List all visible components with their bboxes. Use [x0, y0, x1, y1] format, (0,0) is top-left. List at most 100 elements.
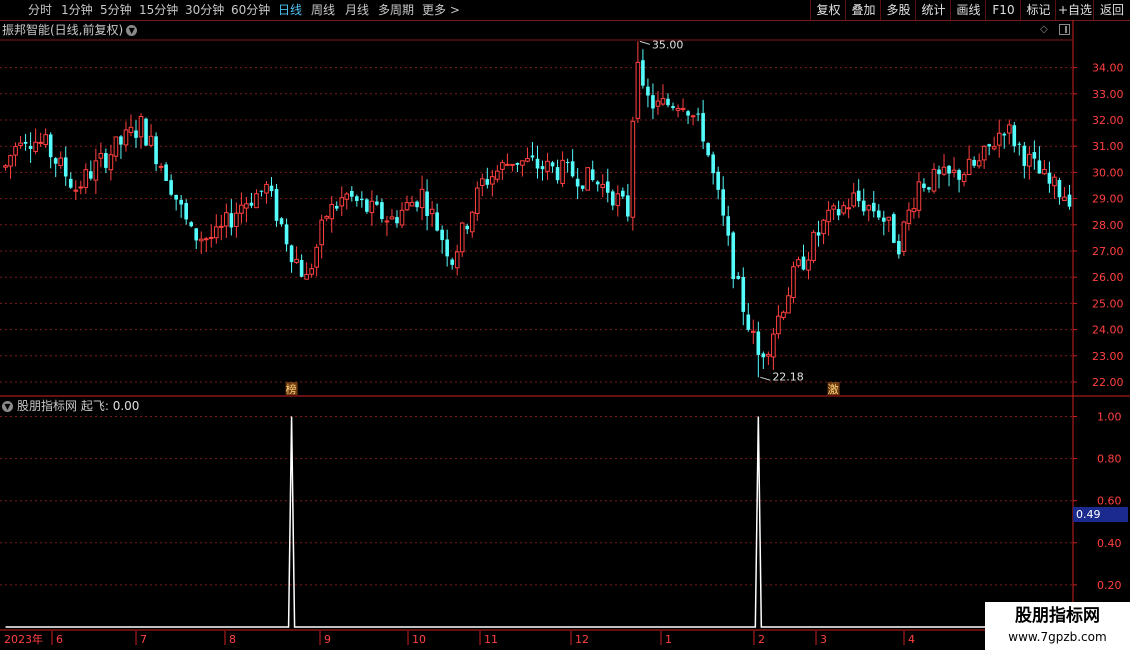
candle-body-up	[123, 129, 129, 146]
candle-body-down	[174, 194, 178, 200]
month-label: 10	[412, 633, 426, 646]
candle-body-up	[479, 178, 485, 187]
candle-body-down	[515, 162, 520, 165]
candle-body-up	[500, 162, 505, 170]
month-label: 9	[324, 633, 331, 646]
candle-body-up	[615, 193, 621, 206]
candle-body-down	[957, 170, 961, 180]
candle-body-down	[164, 164, 168, 181]
candle-body-up	[78, 186, 84, 189]
candle-body-down	[671, 106, 675, 109]
candle-body-down	[801, 256, 806, 270]
candle-body-up	[916, 181, 922, 211]
candle-body-up	[901, 221, 907, 252]
candle-body-up	[490, 176, 495, 185]
candle-body-down	[68, 178, 73, 188]
event-marker: 榜	[286, 382, 297, 396]
candle-body-down	[485, 179, 490, 185]
candle-body-down	[1057, 180, 1062, 198]
candle-body-up	[941, 166, 947, 175]
candle-body-up	[1062, 196, 1067, 201]
indicator-axis: 0.20 0.40 0.60 0.80 1.00	[1073, 411, 1122, 592]
price-tick-label: 22.00	[1092, 376, 1124, 389]
candle-body-up	[389, 216, 395, 220]
price-tick-label: 25.00	[1092, 297, 1124, 310]
candle-body-down	[736, 275, 741, 279]
candle-body-up	[384, 220, 390, 223]
candle-body-down	[550, 162, 555, 167]
candle-body-up	[239, 204, 244, 214]
candle-body-up	[148, 135, 154, 146]
candle-body-down	[761, 353, 766, 358]
candle-body-up	[93, 160, 99, 181]
candle-body-up	[294, 258, 299, 263]
month-label: 11	[484, 633, 498, 646]
candle-body-down	[605, 181, 610, 193]
candle-body-down	[731, 232, 736, 280]
price-tick-label: 28.00	[1092, 219, 1124, 232]
candle-body-up	[33, 141, 38, 152]
candle-body-up	[786, 295, 791, 314]
candle-body-down	[259, 190, 264, 192]
price-tick-label: 31.00	[1092, 140, 1124, 153]
candle-body-down	[395, 217, 399, 224]
candle-body-down	[134, 130, 138, 138]
candle-body-down	[440, 229, 444, 241]
candle-body-up	[58, 157, 64, 166]
candle-body-down	[580, 185, 585, 189]
candle-body-down	[425, 191, 429, 216]
candle-body-up	[560, 159, 565, 184]
candle-body-up	[113, 136, 119, 157]
candle-body-down	[1047, 172, 1052, 184]
candle-body-up	[931, 168, 937, 192]
candle-body-up	[585, 167, 590, 191]
candle-body-down	[706, 143, 710, 156]
candlesticks	[3, 41, 1072, 378]
candle-body-up	[43, 134, 48, 146]
price-tick-label: 34.00	[1092, 62, 1124, 75]
candle-body-down	[360, 198, 364, 201]
candle-body-down	[937, 169, 941, 175]
candle-body-down	[530, 155, 535, 158]
year-label: 2023年	[4, 632, 43, 646]
candle-body-up	[1052, 176, 1057, 187]
candle-body-up	[766, 353, 771, 357]
candle-body-down	[1037, 160, 1042, 174]
candle-body-down	[154, 136, 158, 165]
candle-body-down	[927, 187, 931, 190]
candle-body-up	[991, 146, 997, 150]
candle-body-down	[651, 95, 655, 109]
candle-body-down	[349, 190, 354, 197]
watermark-title: 股朋指标网	[1015, 606, 1100, 626]
annotations: 35.00 22.18 榜 激	[285, 38, 840, 396]
candle-body-up	[505, 163, 510, 166]
candle-body-up	[846, 207, 851, 210]
high-pointer	[639, 40, 651, 45]
candle-body-up	[821, 219, 826, 235]
candle-body-down	[249, 202, 254, 206]
candle-body-up	[966, 158, 972, 176]
candle-body-down	[626, 195, 630, 217]
month-label: 1	[665, 633, 672, 646]
month-label: 6	[56, 633, 63, 646]
candle-body-up	[886, 216, 892, 221]
time-axis: 2023年 6 7 8 9 10 11 12 1 2 3 4	[4, 631, 915, 646]
candle-body-up	[404, 202, 410, 211]
candle-body-up	[751, 330, 756, 333]
candle-body-down	[355, 196, 359, 201]
candle-body-down	[711, 154, 715, 174]
candle-body-up	[213, 226, 219, 239]
candle-body-up	[8, 155, 13, 167]
stock-chart[interactable]: 22.00 23.00 24.00 25.00 26.00 27.00 28.00 29.00…	[0, 0, 1130, 650]
price-tick-label: 32.00	[1092, 114, 1124, 127]
current-value-label: 0.49	[1073, 507, 1128, 522]
indicator-line	[5, 416, 1072, 628]
candle-body-up	[675, 107, 681, 111]
candle-body-down	[746, 314, 751, 330]
price-tick-label: 27.00	[1092, 245, 1124, 258]
candle-body-up	[369, 200, 375, 214]
candle-body-up	[314, 246, 319, 268]
candle-body-down	[540, 166, 545, 170]
candle-body-up	[771, 333, 776, 358]
candle-body-down	[892, 214, 896, 243]
